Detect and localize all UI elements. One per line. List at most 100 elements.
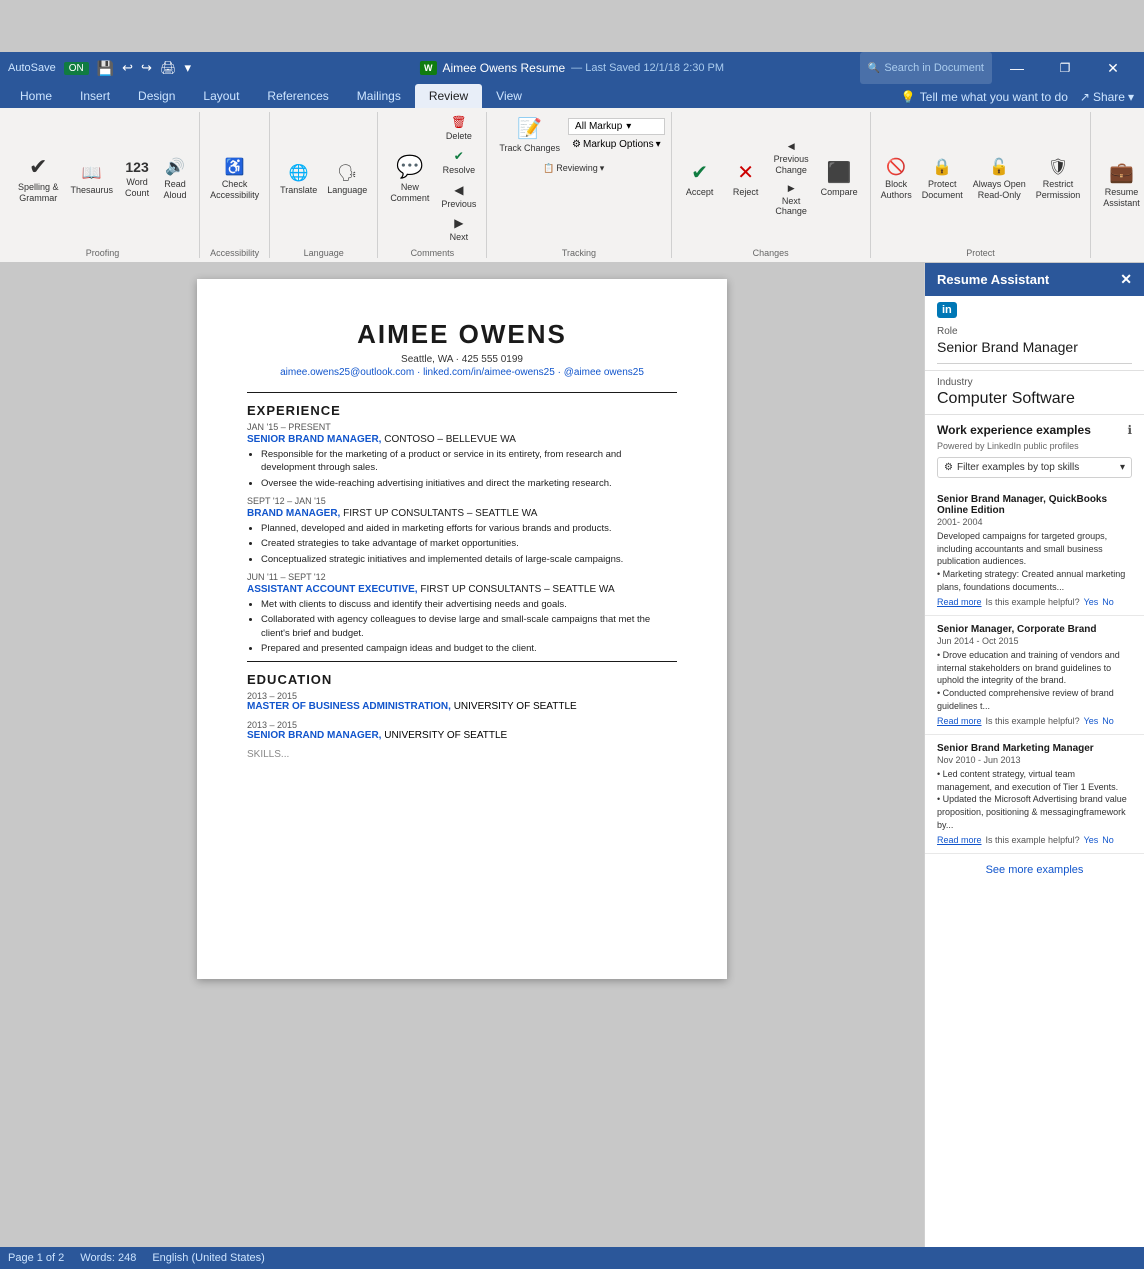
filter-bar[interactable]: ⚙ Filter examples by top skills ▾ [937, 457, 1132, 478]
delete-icon: 🗑 [451, 115, 466, 129]
example2-no[interactable]: No [1102, 716, 1114, 726]
reject-label: Reject [733, 187, 759, 198]
example2-read-more[interactable]: Read more [937, 716, 982, 726]
prev-comment-button[interactable]: ◀ Previous [437, 180, 480, 213]
tab-review[interactable]: Review [415, 84, 482, 108]
spelling-grammar-button[interactable]: ✔ Spelling &Grammar [12, 150, 65, 208]
prev-comment-label: Previous [441, 199, 476, 210]
filter-icon: ⚙ [944, 462, 953, 473]
work-examples-info-icon[interactable]: ℹ [1127, 423, 1132, 437]
example3-body: • Led content strategy, virtual team man… [937, 768, 1132, 831]
see-more-button[interactable]: See more examples [925, 854, 1144, 886]
next-change-button[interactable]: ▶ NextChange [770, 180, 813, 221]
compare-button[interactable]: ⬛ Compare [815, 156, 864, 202]
job2-bullet-1: Planned, developed and aided in marketin… [261, 522, 677, 535]
search-doc-box[interactable]: 🔍 Search in Document [860, 52, 992, 84]
restrict-permission-button[interactable]: 🛡 RestrictPermission [1032, 154, 1085, 204]
tab-home[interactable]: Home [6, 84, 66, 108]
tab-references[interactable]: References [253, 84, 342, 108]
example1-body: Developed campaigns for targeted groups,… [937, 530, 1132, 593]
industry-value[interactable]: Computer Software [937, 390, 1132, 408]
resume-assistant-icon: 💼 [1109, 160, 1134, 185]
job1-title: SENIOR BRAND MANAGER, CONTOSO – BELLEVUE… [247, 434, 677, 445]
translate-button[interactable]: 🌐 Translate [276, 160, 321, 199]
example3-dates: Nov 2010 - Jun 2013 [937, 755, 1132, 765]
ribbon-group-comments: 💬 NewComment 🗑 Delete ✔ Resolve ◀ Previo… [378, 112, 487, 258]
job1-title-rest: CONTOSO – BELLEVUE WA [384, 434, 516, 445]
save-icon[interactable]: 💾 [97, 60, 114, 77]
panel-close-button[interactable]: ✕ [1120, 271, 1132, 288]
check-accessibility-button[interactable]: ♿ CheckAccessibility [206, 154, 263, 204]
status-language: English (United States) [152, 1252, 265, 1264]
tell-me-label[interactable]: Tell me what you want to do [920, 90, 1068, 104]
tab-layout[interactable]: Layout [189, 84, 253, 108]
protect-doc-label: ProtectDocument [922, 179, 963, 201]
resume-assistant-ribbon-button[interactable]: 💼 ResumeAssistant [1097, 156, 1144, 213]
edu2-degree-link: SENIOR BRAND MANAGER, [247, 730, 381, 741]
restore-button[interactable]: ❐ [1042, 52, 1088, 84]
proofing-buttons: ✔ Spelling &Grammar 📖 Thesaurus 123 Word… [12, 112, 193, 246]
tab-insert[interactable]: Insert [66, 84, 124, 108]
example2-footer: Read more Is this example helpful? Yes N… [937, 716, 1132, 726]
proofing-group-label: Proofing [86, 248, 120, 258]
autosave-label: AutoSave [8, 62, 56, 74]
minimize-button[interactable]: — [994, 52, 1040, 84]
example3-no[interactable]: No [1102, 835, 1114, 845]
status-page: Page 1 of 2 [8, 1252, 64, 1264]
doc-title: Aimee Owens Resume [442, 61, 565, 75]
redo-icon[interactable]: ↪ [141, 60, 152, 76]
block-authors-button[interactable]: 🚫 BlockAuthors [877, 154, 916, 204]
tell-me-box[interactable]: 💡 Tell me what you want to do [901, 90, 1068, 104]
example1-read-more[interactable]: Read more [937, 597, 982, 607]
markup-options-button[interactable]: ⚙ Markup Options ▾ [568, 137, 665, 152]
thesaurus-button[interactable]: 📖 Thesaurus [67, 160, 118, 199]
window-controls: 🔍 Search in Document — ❐ ✕ [860, 52, 1136, 84]
always-open-readonly-button[interactable]: 🔓 Always OpenRead-Only [969, 154, 1030, 204]
markup-dropdown[interactable]: All Markup ▾ [568, 118, 665, 135]
example1-yes[interactable]: Yes [1084, 597, 1099, 607]
edu1-degree: MASTER OF BUSINESS ADMINISTRATION, UNIVE… [247, 701, 677, 712]
track-changes-button[interactable]: 📝 Track Changes [493, 112, 566, 158]
filter-chevron-icon: ▾ [1120, 462, 1125, 473]
tab-design[interactable]: Design [124, 84, 189, 108]
edu1-degree-rest: UNIVERSITY OF SEATTLE [454, 701, 577, 712]
close-button[interactable]: ✕ [1090, 52, 1136, 84]
delete-button[interactable]: 🗑 Delete [437, 112, 480, 145]
chrome-top [0, 0, 1144, 52]
role-value[interactable]: Senior Brand Manager [937, 339, 1132, 364]
language-buttons: 🌐 Translate 🗣 Language [276, 112, 371, 246]
new-comment-button[interactable]: 💬 NewComment [384, 150, 435, 208]
job2-title-rest: FIRST UP CONSULTANTS – SEATTLE WA [343, 508, 537, 519]
next-comment-button[interactable]: ▶ Next [437, 213, 480, 246]
resolve-button[interactable]: ✔ Resolve [437, 146, 480, 179]
autosave-toggle[interactable]: ON [64, 62, 89, 75]
example2-yes[interactable]: Yes [1084, 716, 1099, 726]
work-examples-title: Work experience examples [937, 423, 1091, 437]
customize-icon[interactable]: ▾ [184, 60, 191, 76]
accept-icon: ✔ [691, 160, 708, 185]
print-icon[interactable]: 🖨 [160, 60, 177, 76]
ribbon-group-resume-assistant: 💼 ResumeAssistant [1091, 112, 1144, 258]
filter-label: Filter examples by top skills [957, 462, 1079, 473]
example-card-3: Senior Brand Marketing Manager Nov 2010 … [925, 735, 1144, 854]
tab-view[interactable]: View [482, 84, 536, 108]
accept-button[interactable]: ✔ Accept [678, 156, 722, 202]
read-aloud-button[interactable]: 🔊 ReadAloud [157, 154, 193, 204]
reviewing-button[interactable]: 📋 Reviewing ▾ [539, 160, 619, 177]
reject-button[interactable]: ✕ Reject [724, 156, 768, 202]
word-count-button[interactable]: 123 WordCount [119, 156, 155, 202]
language-label: Language [327, 185, 367, 196]
resume-assistant-ribbon-label: ResumeAssistant [1103, 187, 1140, 209]
language-button[interactable]: 🗣 Language [323, 160, 371, 199]
example1-no[interactable]: No [1102, 597, 1114, 607]
tab-mailings[interactable]: Mailings [343, 84, 415, 108]
undo-icon[interactable]: ↩ [122, 60, 133, 76]
edu1-degree-link: MASTER OF BUSINESS ADMINISTRATION, [247, 701, 451, 712]
example3-read-more[interactable]: Read more [937, 835, 982, 845]
protect-document-button[interactable]: 🔒 ProtectDocument [918, 154, 967, 204]
share-button[interactable]: ↗ Share ▾ [1080, 90, 1134, 104]
example3-yes[interactable]: Yes [1084, 835, 1099, 845]
prev-change-button[interactable]: ◀ PreviousChange [770, 138, 813, 179]
word-count-icon: 123 [125, 159, 148, 175]
read-aloud-icon: 🔊 [165, 157, 185, 177]
